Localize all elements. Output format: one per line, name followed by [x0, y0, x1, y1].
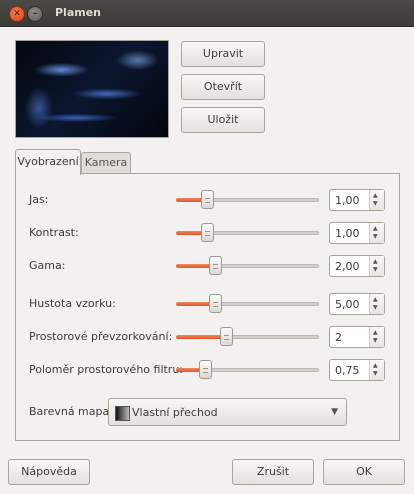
- gamma-spinbox[interactable]: 2,00 ▲ ▼: [329, 255, 385, 277]
- spatial-filter-radius-label: Poloměr prostorového filtru:: [29, 363, 184, 376]
- spatial-oversample-spinbox[interactable]: 2 ▲ ▼: [329, 326, 385, 348]
- help-button[interactable]: Nápověda: [8, 459, 90, 485]
- sample-density-label: Hustota vzorku:: [29, 297, 116, 310]
- colormap-value: Vlastní přechod: [132, 406, 218, 419]
- decrement-icon[interactable]: ▼: [373, 305, 378, 311]
- decrement-icon[interactable]: ▼: [373, 338, 378, 344]
- brightness-slider-handle[interactable]: [201, 190, 214, 209]
- increment-icon[interactable]: ▲: [373, 297, 378, 303]
- sample-density-spinbox[interactable]: 5,00 ▲ ▼: [329, 293, 385, 315]
- increment-icon[interactable]: ▲: [373, 226, 378, 232]
- edit-button[interactable]: Upravit: [181, 41, 265, 67]
- decrement-icon[interactable]: ▼: [373, 371, 378, 377]
- chevron-down-icon: ▼: [331, 407, 338, 417]
- spatial-filter-radius-row: Poloměr prostorového filtru: 0,75 ▲ ▼: [16, 358, 401, 382]
- spatial-oversample-label: Prostorové převzorkování:: [29, 330, 173, 343]
- contrast-value[interactable]: 1,00: [335, 227, 360, 240]
- cancel-button[interactable]: Zrušit: [232, 459, 314, 485]
- brightness-label: Jas:: [29, 193, 49, 206]
- ok-button[interactable]: OK: [323, 459, 405, 485]
- increment-icon[interactable]: ▲: [373, 259, 378, 265]
- rendering-panel: Jas: 1,00 ▲ ▼ Kontrast: 1,00 ▲ ▼ Gama: 2,0…: [15, 173, 400, 441]
- contrast-row: Kontrast: 1,00 ▲ ▼: [16, 221, 401, 245]
- spatial-filter-radius-spinbox[interactable]: 0,75 ▲ ▼: [329, 359, 385, 381]
- increment-icon[interactable]: ▲: [373, 193, 378, 199]
- spatial-oversample-slider-handle[interactable]: [220, 327, 233, 346]
- sample-density-slider-handle[interactable]: [209, 294, 222, 313]
- contrast-label: Kontrast:: [29, 226, 79, 239]
- window-title: Plamen: [55, 6, 102, 19]
- gamma-slider-handle[interactable]: [209, 256, 222, 275]
- spatial-filter-radius-value[interactable]: 0,75: [335, 364, 360, 377]
- decrement-icon[interactable]: ▼: [373, 267, 378, 273]
- gradient-swatch-icon: [115, 406, 130, 421]
- open-button[interactable]: Otevřít: [181, 74, 265, 100]
- decrement-icon[interactable]: ▼: [373, 234, 378, 240]
- brightness-value[interactable]: 1,00: [335, 194, 360, 207]
- gamma-value[interactable]: 2,00: [335, 260, 360, 273]
- minimize-icon[interactable]: –: [27, 6, 43, 22]
- flame-preview-image: [15, 40, 169, 138]
- spatial-oversample-row: Prostorové převzorkování: 2 ▲ ▼: [16, 325, 401, 349]
- increment-icon[interactable]: ▲: [373, 363, 378, 369]
- decrement-icon[interactable]: ▼: [373, 201, 378, 207]
- contrast-slider-handle[interactable]: [201, 223, 214, 242]
- brightness-row: Jas: 1,00 ▲ ▼: [16, 188, 401, 212]
- brightness-spinbox[interactable]: 1,00 ▲ ▼: [329, 189, 385, 211]
- gamma-label: Gama:: [29, 259, 66, 272]
- sample-density-value[interactable]: 5,00: [335, 298, 360, 311]
- spatial-oversample-slider-fill: [176, 335, 226, 339]
- contrast-spinbox[interactable]: 1,00 ▲ ▼: [329, 222, 385, 244]
- colormap-dropdown[interactable]: Vlastní přechod ▼: [108, 398, 347, 426]
- colormap-label: Barevná mapa:: [29, 405, 113, 418]
- close-icon[interactable]: ✕: [9, 6, 25, 22]
- title-bar: ✕ – Plamen: [0, 0, 414, 27]
- save-button[interactable]: Uložit: [181, 107, 265, 133]
- spatial-oversample-value[interactable]: 2: [335, 331, 342, 344]
- sample-density-row: Hustota vzorku: 5,00 ▲ ▼: [16, 292, 401, 316]
- increment-icon[interactable]: ▲: [373, 330, 378, 336]
- tab-rendering[interactable]: Vyobrazení: [15, 149, 81, 175]
- spatial-filter-radius-slider-handle[interactable]: [199, 360, 212, 379]
- tab-camera[interactable]: Kamera: [81, 152, 131, 174]
- gamma-row: Gama: 2,00 ▲ ▼: [16, 254, 401, 278]
